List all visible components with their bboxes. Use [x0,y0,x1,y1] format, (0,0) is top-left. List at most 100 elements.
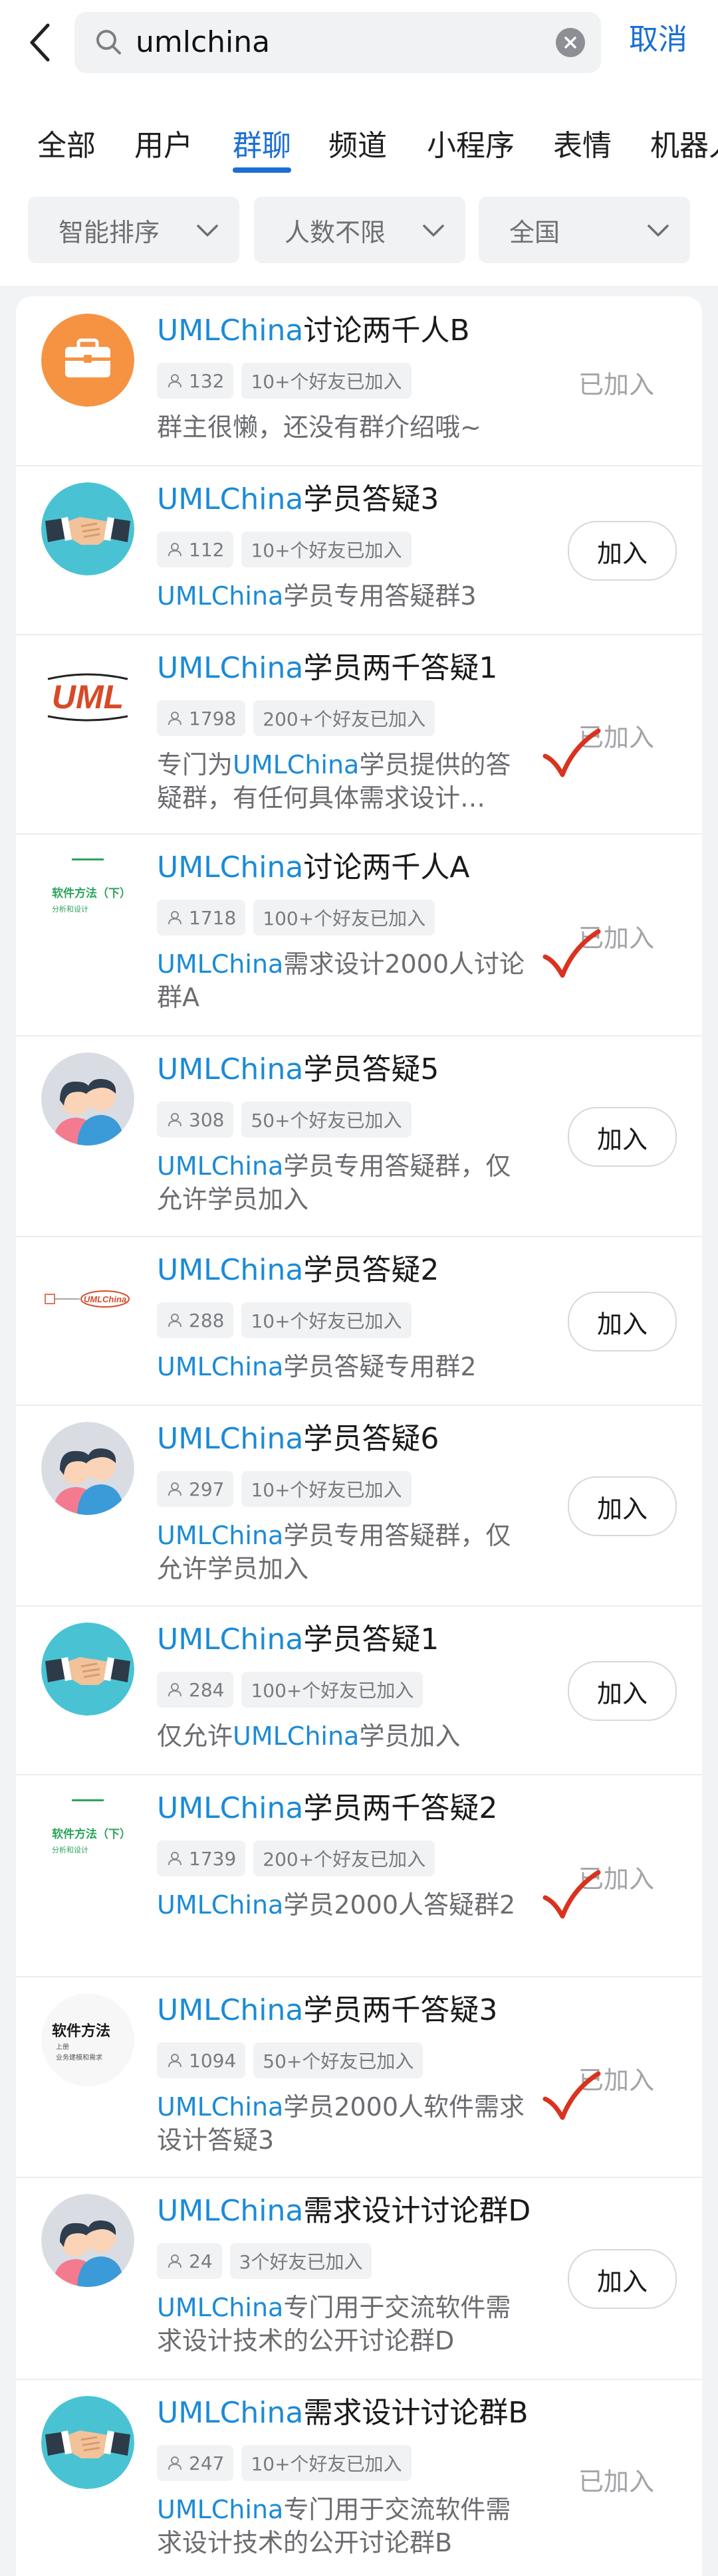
group-result-item[interactable]: UML UMLChina学员两千答疑1 1798 200+个好友已加入 专门为UM… [16,634,702,835]
tab-stickers[interactable]: 表情 [553,126,612,166]
group-result-item[interactable]: UMLChina学员答疑5 308 50+个好友已加入 UMLChina学员专用答… [16,1035,702,1237]
join-button[interactable]: 加入 [568,2249,677,2309]
join-button[interactable]: 加入 [568,1107,677,1167]
close-icon [564,37,576,49]
group-avatar[interactable] [41,2194,134,2287]
group-avatar[interactable] [41,1422,134,1515]
group-avatar[interactable]: UML [41,651,134,744]
description-highlight: UMLChina [157,1521,284,1550]
tab-mini-programs[interactable]: 小程序 [427,126,515,166]
back-button[interactable] [20,17,60,68]
friends-joined: 10+个好友已加入 [251,1310,402,1332]
search-input[interactable]: umlchina [136,24,270,61]
group-result-item[interactable]: 软件方法（下） 分析和设计 UMLChina讨论两千人A 1718 100+个好… [16,833,702,1037]
tab-users[interactable]: 用户 [134,126,193,166]
clear-search-button[interactable] [556,28,585,57]
group-title[interactable]: UMLChina学员答疑6 [157,1421,439,1458]
member-count-filter[interactable]: 人数不限 [254,197,465,263]
tab-channels[interactable]: 频道 [328,126,387,166]
description-highlight: UMLChina [157,1352,284,1381]
description-text: 学员专用答疑群3 [283,581,477,611]
sort-filter[interactable]: 智能排序 [28,197,239,263]
search-box[interactable]: umlchina [74,12,601,73]
group-title[interactable]: UMLChina学员两千答疑1 [157,650,497,687]
region-filter[interactable]: 全国 [479,197,690,263]
member-count: 1798 [189,707,237,730]
checkmark-annotation-icon [541,2070,601,2126]
joined-status: 已加入 [578,370,655,399]
group-title[interactable]: UMLChina讨论两千人B [157,312,470,349]
description-highlight: UMLChina [157,2495,284,2524]
group-result-item[interactable]: UMLChina学员答疑1 284 100+个好友已加入 仅允许UMLChina学… [16,1605,702,1775]
group-result-item[interactable]: UMLChina学员答疑6 297 10+个好友已加入 UMLChina学员专用答… [16,1405,702,1607]
group-title[interactable]: UMLChina需求设计讨论群D [157,2193,531,2230]
member-count-badge: 308 [157,1102,234,1138]
title-highlight: UMLChina [157,482,304,516]
group-title[interactable]: UMLChina学员答疑5 [157,1051,439,1088]
group-meta: 308 50+个好友已加入 [157,1102,412,1138]
group-avatar[interactable]: UMLChina [41,1253,134,1346]
group-result-item[interactable]: UMLChina需求设计讨论群B 247 10+个好友已加入 UMLChina专门… [16,2379,702,2576]
join-button[interactable]: 加入 [568,1476,677,1536]
group-avatar[interactable] [41,314,134,407]
group-avatar[interactable] [41,482,134,575]
tab-all[interactable]: 全部 [37,126,96,166]
group-meta: 297 10+个好友已加入 [157,1471,412,1507]
title-highlight: UMLChina [157,2396,304,2430]
friends-joined-badge: 50+个好友已加入 [253,2042,423,2078]
group-meta: 288 10+个好友已加入 [157,1302,412,1338]
group-result-item[interactable]: 软件方法（下） 分析和设计 UMLChina学员两千答疑2 1739 200+个… [16,1774,702,1977]
join-button[interactable]: 加入 [568,1292,677,1351]
group-title[interactable]: UMLChina学员答疑3 [157,481,439,518]
description-highlight: UMLChina [157,581,284,611]
description-text: 学员2000人答疑群2 [283,1890,516,1920]
member-count: 308 [189,1108,225,1131]
group-avatar[interactable]: 软件方法（下） 分析和设计 [41,1791,134,1884]
group-result-item[interactable]: UMLChina学员答疑3 112 10+个好友已加入 UMLChina学员专用答… [16,465,702,635]
group-avatar[interactable] [41,1623,134,1716]
member-count: 132 [189,369,225,392]
group-result-item[interactable]: UMLChina需求设计讨论群D 24 3个好友已加入 UMLChina专门用于交… [16,2177,702,2380]
member-count-icon [168,543,181,557]
title-rest: 学员两千答疑1 [303,651,498,685]
group-description: UMLChina学员2000人答疑群2 [157,1888,529,1922]
cancel-button[interactable]: 取消 [629,20,687,60]
group-title[interactable]: UMLChina讨论两千人A [157,849,469,886]
description-highlight: UMLChina [157,2092,284,2122]
tab-group-chats[interactable]: 群聊 [233,126,291,166]
group-avatar[interactable] [41,1052,134,1145]
join-button[interactable]: 加入 [568,521,677,581]
description-text: 仅允许 [157,1722,233,1751]
group-description: UMLChina专门用于交流软件需求设计技术的公开讨论群D [157,2291,529,2357]
checkmark-annotation-icon [541,1868,601,1924]
checkmark-annotation-icon [541,928,601,983]
friends-joined: 10+个好友已加入 [251,540,402,561]
group-title[interactable]: UMLChina学员两千答疑2 [157,1790,497,1827]
group-result-item[interactable]: UMLChina讨论两千人B 132 10+个好友已加入 群主很懒，还没有群介绍哦… [16,296,702,466]
chevron-down-icon [423,225,444,237]
group-meta: 284 100+个好友已加入 [157,1672,423,1708]
member-count: 284 [189,1678,225,1701]
group-title[interactable]: UMLChina学员两千答疑3 [157,1992,497,2029]
group-avatar[interactable]: 软件方法（下） 分析和设计 [41,850,134,943]
group-avatar[interactable]: 软件方法 上册 业务建模和需求 [41,1993,134,2086]
join-button[interactable]: 加入 [568,1661,677,1721]
group-title[interactable]: UMLChina需求设计讨论群B [157,2395,529,2432]
group-title[interactable]: UMLChina学员答疑2 [157,1252,439,1289]
tab-bots[interactable]: 机器人 [650,126,718,166]
title-rest: 学员答疑2 [303,1253,439,1287]
member-count: 1094 [189,2049,237,2072]
member-count-icon [168,1113,181,1127]
title-highlight: UMLChina [157,1253,304,1287]
member-count-icon [168,1314,181,1328]
group-title[interactable]: UMLChina学员答疑1 [157,1621,439,1658]
category-tabs: 全部 用户 群聊 频道 小程序 表情 机器人 [0,86,718,186]
title-rest: 学员答疑3 [303,482,439,516]
member-count-badge: 24 [157,2243,222,2279]
group-meta: 1739 200+个好友已加入 [157,1840,435,1876]
group-result-item[interactable]: UMLChina UMLChina学员答疑2 288 10+个好友已加入 UMLC… [16,1236,702,1406]
group-avatar[interactable] [41,2396,134,2489]
title-rest: 学员两千答疑2 [303,1791,498,1825]
friends-joined: 10+个好友已加入 [251,371,402,393]
group-result-item[interactable]: 软件方法 上册 业务建模和需求 UMLChina学员两千答疑3 1094 50+… [16,1976,702,2178]
